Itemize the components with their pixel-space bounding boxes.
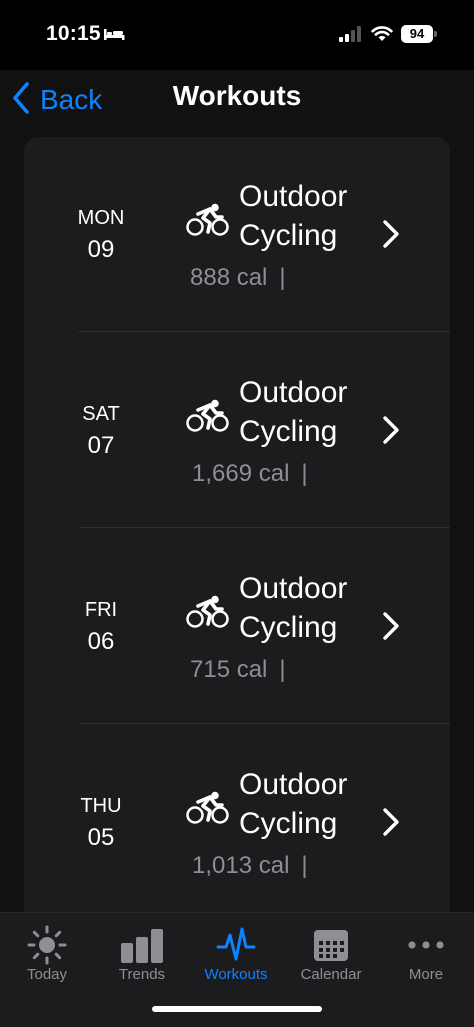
day-number: 07 bbox=[87, 432, 115, 459]
day-of-week: THU bbox=[80, 795, 122, 817]
bar-chart-icon bbox=[121, 929, 163, 963]
workout-row[interactable]: SAT 07 Outdoor Cycling 1,669 cal | bbox=[24, 333, 450, 529]
calories-divider: | bbox=[301, 460, 308, 487]
day-of-week: MON bbox=[77, 207, 125, 229]
tab-trends[interactable]: Trends bbox=[96, 913, 188, 993]
tab-label: Trends bbox=[118, 966, 166, 983]
workout-row[interactable]: MON 09 Outdoor Cycling 888 cal | bbox=[24, 137, 450, 333]
row-separator bbox=[80, 723, 450, 724]
tab-label: Today bbox=[26, 966, 68, 983]
calories-divider: | bbox=[279, 264, 286, 291]
workout-name: Outdoor Cycling bbox=[239, 373, 347, 451]
page-title-text: Workouts bbox=[172, 80, 302, 111]
workout-name: Outdoor Cycling bbox=[239, 765, 347, 843]
day-number: 06 bbox=[87, 628, 115, 655]
workout-name: Outdoor Cycling bbox=[239, 177, 347, 255]
row-separator bbox=[78, 331, 450, 332]
day-of-week: FRI bbox=[84, 599, 118, 621]
chevron-right-icon bbox=[382, 219, 400, 254]
status-time: 10:15 bbox=[46, 22, 101, 45]
calories-label: 715 cal | bbox=[190, 656, 286, 684]
day-label: THU 05 bbox=[51, 795, 151, 852]
home-indicator[interactable] bbox=[152, 1006, 322, 1012]
tab-more[interactable]: More bbox=[380, 913, 472, 993]
ellipsis-icon bbox=[408, 941, 444, 949]
tab-label: Calendar bbox=[300, 966, 362, 983]
chevron-right-icon bbox=[382, 611, 400, 646]
workout-name-line1: Outdoor bbox=[239, 376, 348, 409]
tab-today[interactable]: Today bbox=[1, 913, 93, 993]
wifi-icon bbox=[371, 25, 393, 47]
bed-icon bbox=[103, 27, 125, 46]
day-label: FRI 06 bbox=[51, 599, 151, 656]
workout-name-line2: Cycling bbox=[239, 611, 338, 644]
cellular-signal-icon bbox=[339, 26, 363, 47]
cycling-icon bbox=[186, 595, 230, 634]
calories-value: 715 cal bbox=[190, 656, 268, 683]
workout-row[interactable]: THU 05 Outdoor Cycling 1,013 cal | bbox=[24, 725, 450, 921]
day-number: 09 bbox=[87, 236, 115, 263]
calories-label: 1,669 cal | bbox=[192, 460, 308, 488]
calories-value: 1,669 cal bbox=[192, 460, 290, 487]
calories-value: 1,013 cal bbox=[192, 852, 290, 879]
calories-value: 888 cal bbox=[190, 264, 268, 291]
navigation-bar: Back Workouts bbox=[0, 70, 474, 132]
cycling-icon bbox=[186, 399, 230, 438]
workout-name-line2: Cycling bbox=[239, 219, 338, 252]
workout-name-line2: Cycling bbox=[239, 807, 338, 840]
calories-label: 888 cal | bbox=[190, 264, 286, 292]
workout-name: Outdoor Cycling bbox=[239, 569, 347, 647]
day-number: 05 bbox=[87, 824, 115, 851]
page-title: Workouts bbox=[0, 80, 474, 112]
chevron-right-icon bbox=[382, 807, 400, 842]
calories-divider: | bbox=[279, 656, 286, 683]
battery-icon: 94 bbox=[401, 25, 433, 43]
chevron-right-icon bbox=[382, 415, 400, 450]
battery-cap bbox=[434, 31, 437, 37]
day-label: SAT 07 bbox=[51, 403, 151, 460]
workout-row[interactable]: FRI 06 Outdoor Cycling 715 cal | bbox=[24, 529, 450, 725]
tab-calendar[interactable]: Calendar bbox=[285, 913, 377, 993]
day-of-week: SAT bbox=[82, 403, 120, 425]
workout-name-line2: Cycling bbox=[239, 415, 338, 448]
calendar-icon bbox=[314, 930, 348, 961]
workout-name-line1: Outdoor bbox=[239, 768, 348, 801]
calories-label: 1,013 cal | bbox=[192, 852, 308, 880]
calories-divider: | bbox=[301, 852, 308, 879]
day-label: MON 09 bbox=[51, 207, 151, 264]
pulse-icon bbox=[216, 927, 256, 961]
row-separator bbox=[80, 527, 450, 528]
cycling-icon bbox=[186, 203, 230, 242]
tab-label: More bbox=[408, 966, 444, 983]
tab-workouts[interactable]: Workouts bbox=[190, 913, 282, 993]
workout-list: MON 09 Outdoor Cycling 888 cal | SAT 07 O… bbox=[24, 137, 450, 937]
tab-label: Workouts bbox=[204, 966, 268, 983]
workout-name-line1: Outdoor bbox=[239, 180, 348, 213]
status-bar: 10:15 94 bbox=[0, 0, 474, 70]
workout-name-line1: Outdoor bbox=[239, 572, 348, 605]
cycling-icon bbox=[186, 791, 230, 830]
sun-icon bbox=[27, 925, 67, 965]
